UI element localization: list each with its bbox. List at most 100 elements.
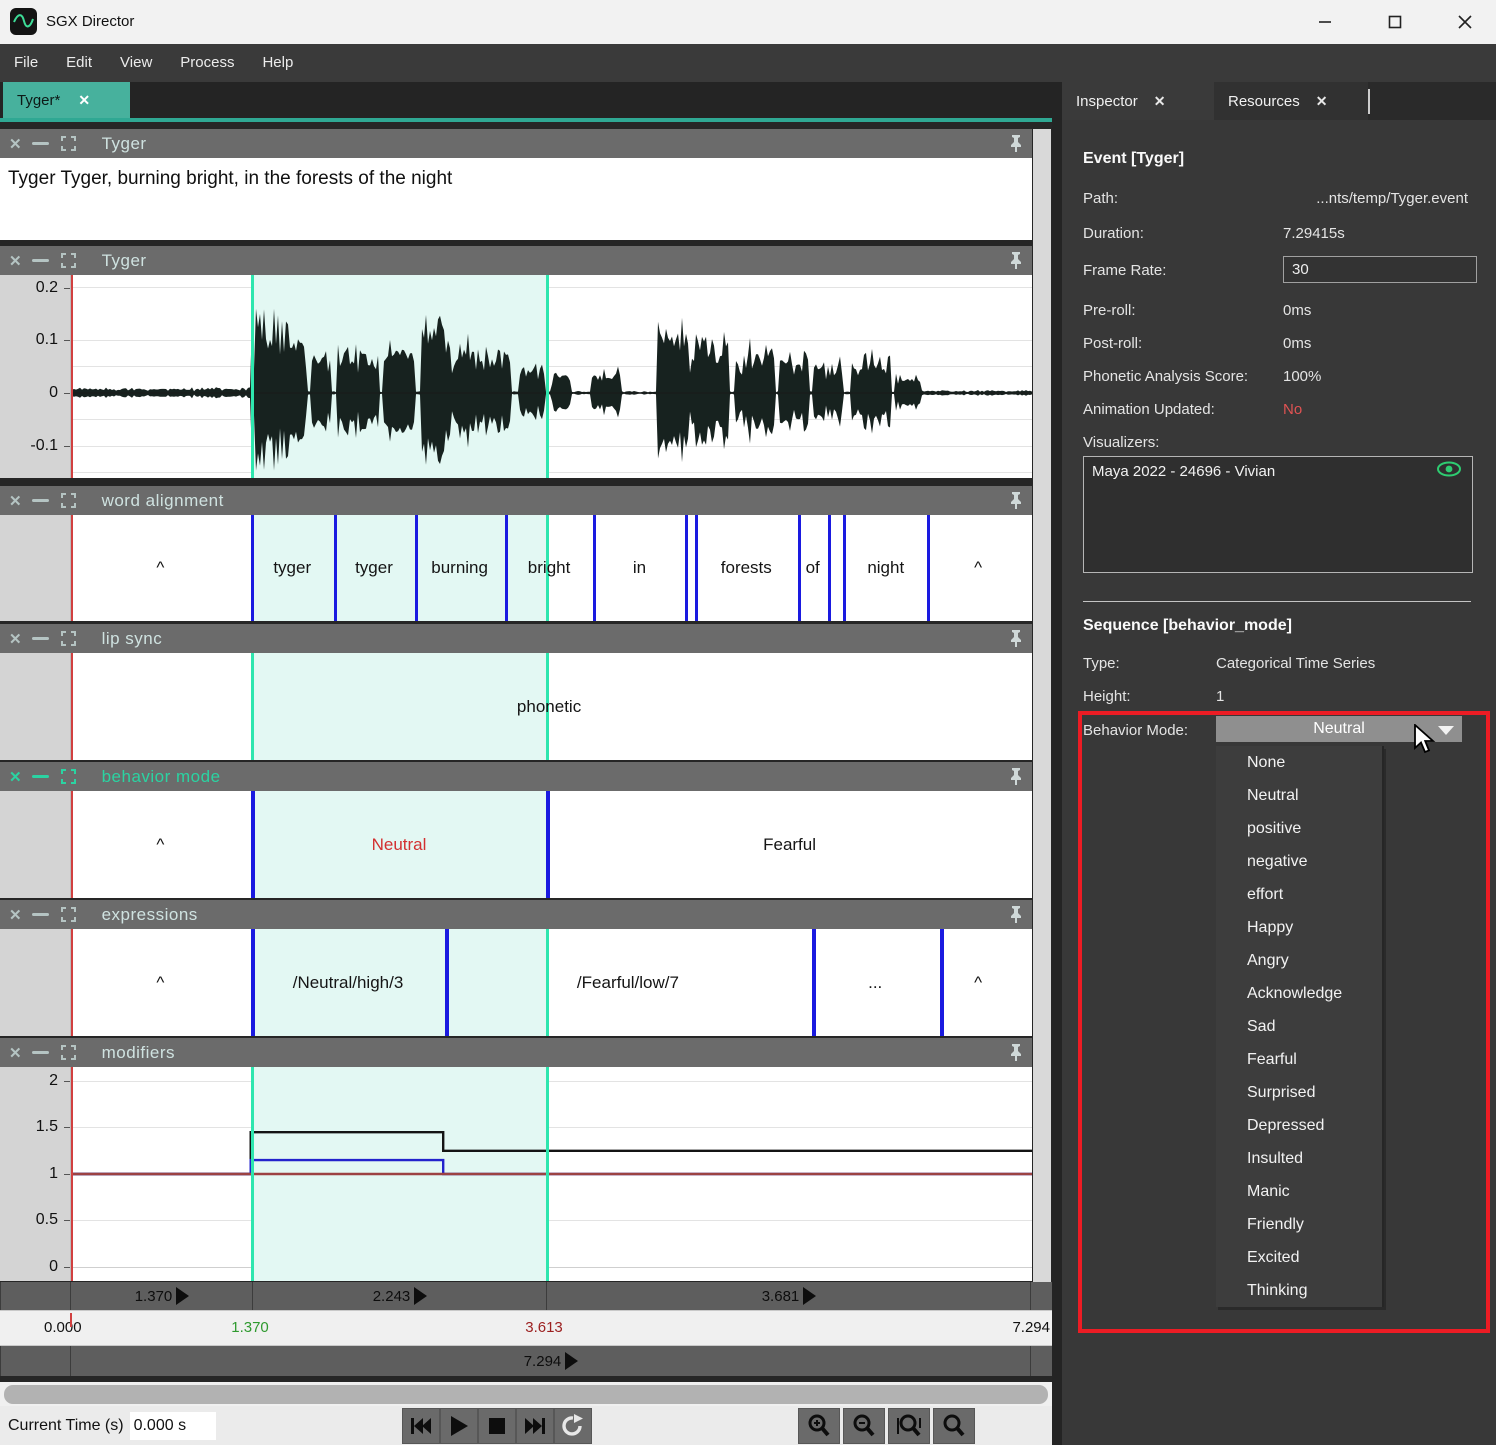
option-thinking[interactable]: Thinking	[1216, 1274, 1382, 1307]
track-content-behavior-mode[interactable]: ^ Neutral Fearful	[0, 791, 1032, 898]
skip-to-end-button[interactable]	[516, 1408, 554, 1444]
track-close-icon[interactable]: ✕	[9, 768, 22, 786]
track-minimize-icon[interactable]	[32, 913, 49, 916]
option-sad[interactable]: Sad	[1216, 1010, 1382, 1043]
play-all-icon[interactable]	[565, 1352, 578, 1370]
skip-to-start-button[interactable]	[402, 1408, 440, 1444]
play-segment-icon[interactable]	[803, 1287, 816, 1305]
loop-button[interactable]	[554, 1408, 592, 1444]
pin-icon[interactable]	[1008, 491, 1024, 515]
tab-close-icon[interactable]: ✕	[1154, 93, 1166, 110]
option-manic[interactable]: Manic	[1216, 1175, 1382, 1208]
track-minimize-icon[interactable]	[32, 775, 49, 778]
track-expand-icon[interactable]	[61, 631, 76, 646]
segment-1[interactable]: 1.370	[70, 1282, 253, 1310]
word-boundary[interactable]	[415, 515, 418, 621]
track-minimize-icon[interactable]	[32, 637, 49, 640]
pin-icon[interactable]	[1008, 905, 1024, 929]
visualizer-row[interactable]: Maya 2022 - 24696 - Vivian	[1084, 457, 1472, 486]
track-minimize-icon[interactable]	[32, 142, 49, 145]
pin-icon[interactable]	[1008, 629, 1024, 653]
zoom-fit-button[interactable]	[888, 1408, 930, 1444]
track-expand-icon[interactable]	[61, 769, 76, 784]
selection-end-marker[interactable]	[546, 929, 549, 1036]
option-surprised[interactable]: Surprised	[1216, 1076, 1382, 1109]
segment-2[interactable]: 2.243	[252, 1282, 547, 1310]
option-fearful[interactable]: Fearful	[1216, 1043, 1382, 1076]
time-ruler[interactable]: 0.000 1.370 3.613 7.294	[0, 1310, 1052, 1346]
tracks-vertical-scrollbar[interactable]	[1033, 129, 1051, 1282]
track-expand-icon[interactable]	[61, 253, 76, 268]
track-header-text[interactable]: ✕ Tyger	[0, 129, 1032, 158]
playhead[interactable]	[71, 929, 73, 1036]
play-button[interactable]	[440, 1408, 478, 1444]
playhead[interactable]	[71, 791, 73, 898]
selection-start-marker[interactable]	[251, 275, 254, 478]
option-neutral[interactable]: Neutral	[1216, 779, 1382, 812]
track-header-word-alignment[interactable]: ✕ word alignment	[0, 486, 1032, 515]
option-effort[interactable]: effort	[1216, 878, 1382, 911]
option-angry[interactable]: Angry	[1216, 944, 1382, 977]
pin-icon[interactable]	[1008, 251, 1024, 275]
track-expand-icon[interactable]	[61, 136, 76, 151]
playhead[interactable]	[71, 1067, 73, 1281]
option-insulted[interactable]: Insulted	[1216, 1142, 1382, 1175]
maximize-button[interactable]	[1372, 0, 1418, 44]
track-content-expressions[interactable]: ^ /Neutral/high/3 /Fearful/low/7 ... ^	[0, 929, 1032, 1036]
word-boundary[interactable]	[593, 515, 596, 621]
play-segment-icon[interactable]	[176, 1287, 189, 1305]
track-close-icon[interactable]: ✕	[9, 252, 22, 270]
track-close-icon[interactable]: ✕	[9, 135, 22, 153]
playhead[interactable]	[71, 275, 73, 478]
stop-button[interactable]	[478, 1408, 516, 1444]
tab-close-icon[interactable]: ✕	[78, 92, 90, 109]
track-minimize-icon[interactable]	[32, 1051, 49, 1054]
option-positive[interactable]: positive	[1216, 812, 1382, 845]
segment-boundary[interactable]	[251, 791, 255, 898]
segment-boundary[interactable]	[546, 791, 550, 898]
track-header-lip-sync[interactable]: ✕ lip sync	[0, 624, 1032, 653]
track-content-word-alignment[interactable]: ^ tyger tyger burning bright in forests …	[0, 515, 1032, 621]
word-boundary[interactable]	[927, 515, 930, 621]
close-button[interactable]	[1442, 0, 1488, 44]
segment-boundary[interactable]	[812, 929, 816, 1036]
option-negative[interactable]: negative	[1216, 845, 1382, 878]
option-happy[interactable]: Happy	[1216, 911, 1382, 944]
tab-tyger[interactable]: Tyger* ✕	[3, 82, 130, 118]
segment-boundary[interactable]	[251, 929, 255, 1036]
horizontal-scrollbar-thumb[interactable]	[4, 1385, 1048, 1404]
menu-edit[interactable]: Edit	[52, 44, 106, 82]
track-close-icon[interactable]: ✕	[9, 906, 22, 924]
word-boundary[interactable]	[505, 515, 508, 621]
option-acknowledge[interactable]: Acknowledge	[1216, 977, 1382, 1010]
menu-file[interactable]: File	[0, 44, 52, 82]
tab-inspector[interactable]: Inspector✕	[1062, 82, 1216, 120]
segment-boundary[interactable]	[445, 929, 449, 1036]
selection-start-marker[interactable]	[251, 653, 254, 760]
pin-icon[interactable]	[1008, 767, 1024, 791]
selection-end-marker[interactable]	[546, 1067, 549, 1281]
tab-resources[interactable]: Resources✕	[1214, 82, 1368, 120]
segment-boundary[interactable]	[940, 929, 944, 1036]
option-friendly[interactable]: Friendly	[1216, 1208, 1382, 1241]
word-boundary[interactable]	[685, 515, 688, 621]
menu-view[interactable]: View	[106, 44, 166, 82]
zoom-select-button[interactable]	[933, 1408, 975, 1444]
word-boundary[interactable]	[695, 515, 698, 621]
option-none[interactable]: None	[1216, 746, 1382, 779]
track-expand-icon[interactable]	[61, 493, 76, 508]
track-minimize-icon[interactable]	[32, 259, 49, 262]
track-content-waveform[interactable]: 0.2 0.1 0 -0.1	[0, 275, 1032, 478]
word-boundary[interactable]	[251, 515, 254, 621]
track-header-behavior-mode[interactable]: ✕ behavior mode	[0, 762, 1032, 791]
selection-end-marker[interactable]	[546, 275, 549, 478]
zoom-in-button[interactable]	[798, 1408, 840, 1444]
word-boundary[interactable]	[828, 515, 831, 621]
visualizers-list[interactable]: Maya 2022 - 24696 - Vivian	[1083, 456, 1473, 573]
option-depressed[interactable]: Depressed	[1216, 1109, 1382, 1142]
playhead[interactable]	[71, 653, 73, 760]
track-expand-icon[interactable]	[61, 1045, 76, 1060]
track-close-icon[interactable]: ✕	[9, 630, 22, 648]
option-excited[interactable]: Excited	[1216, 1241, 1382, 1274]
frame-rate-input[interactable]	[1283, 256, 1477, 283]
